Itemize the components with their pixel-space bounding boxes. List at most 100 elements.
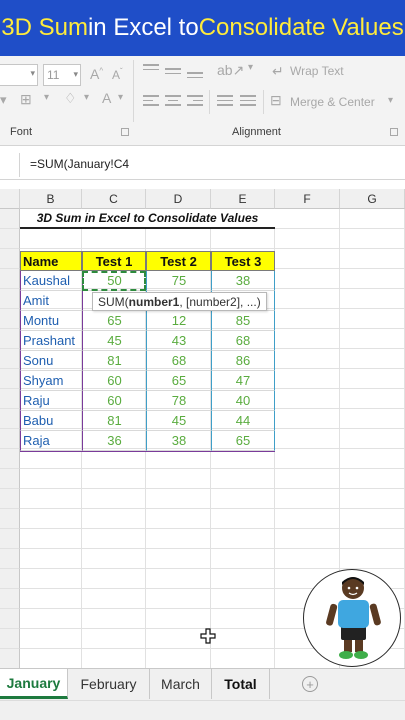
font-color-icon[interactable]: A	[102, 90, 111, 106]
grid-cell[interactable]	[340, 349, 405, 369]
grid-cell[interactable]	[275, 549, 340, 569]
test2-cell[interactable]: 43	[146, 331, 211, 351]
header-name[interactable]: Name	[20, 251, 82, 271]
tab-february[interactable]: February	[68, 669, 150, 699]
grid-cell[interactable]	[275, 229, 340, 249]
grid-cell[interactable]	[20, 649, 82, 669]
grid-cell[interactable]	[340, 309, 405, 329]
grid-cell[interactable]	[275, 249, 340, 269]
row-header[interactable]	[0, 289, 20, 309]
name-cell[interactable]: Shyam	[20, 371, 82, 391]
grid-cell[interactable]	[20, 549, 82, 569]
test3-cell[interactable]: 86	[211, 351, 275, 371]
align-middle-icon[interactable]	[165, 68, 181, 77]
grid-cell[interactable]	[82, 229, 146, 249]
row-header[interactable]	[0, 609, 20, 629]
grid-cell[interactable]	[340, 529, 405, 549]
grid-cell[interactable]	[340, 509, 405, 529]
test1-cell[interactable]: 81	[82, 351, 146, 371]
decrease-font-icon[interactable]: Aˇ	[112, 67, 123, 82]
row-header[interactable]	[0, 429, 20, 449]
grid-cell[interactable]	[340, 249, 405, 269]
grid-cell[interactable]	[211, 609, 275, 629]
row-header[interactable]	[0, 549, 20, 569]
grid-cell[interactable]	[211, 449, 275, 469]
add-sheet-icon[interactable]: +	[302, 676, 318, 692]
grid-cell[interactable]	[20, 609, 82, 629]
grid-cell[interactable]	[340, 409, 405, 429]
grid-cell[interactable]	[275, 409, 340, 429]
column-header[interactable]: F	[275, 189, 340, 209]
grid-cell[interactable]	[275, 529, 340, 549]
test1-cell[interactable]: 60	[82, 391, 146, 411]
name-cell[interactable]: Amit	[20, 291, 82, 311]
row-header[interactable]	[0, 269, 20, 289]
test3-cell[interactable]: 85	[211, 311, 275, 331]
grid-cell[interactable]	[20, 509, 82, 529]
grid-cell[interactable]	[340, 329, 405, 349]
column-header[interactable]: E	[211, 189, 275, 209]
grid-cell[interactable]	[211, 469, 275, 489]
name-cell[interactable]: Montu	[20, 311, 82, 331]
grid-cell[interactable]	[211, 629, 275, 649]
grid-cell[interactable]	[20, 469, 82, 489]
grid-cell[interactable]	[211, 489, 275, 509]
name-cell[interactable]: Babu	[20, 411, 82, 431]
grid-cell[interactable]	[82, 449, 146, 469]
grid-cell[interactable]	[146, 649, 211, 669]
name-cell[interactable]: Raja	[20, 431, 82, 451]
tab-january[interactable]: January	[0, 669, 68, 699]
header-test3[interactable]: Test 3	[211, 251, 275, 271]
grid-cell[interactable]	[275, 309, 340, 329]
grid-cell[interactable]	[82, 629, 146, 649]
grid-cell[interactable]	[275, 429, 340, 449]
grid-cell[interactable]	[340, 229, 405, 249]
grid-cell[interactable]	[340, 369, 405, 389]
test1-cell[interactable]: 81	[82, 411, 146, 431]
grid-cell[interactable]	[275, 469, 340, 489]
align-top-icon[interactable]	[143, 64, 159, 73]
grid-cell[interactable]	[82, 509, 146, 529]
align-right-icon[interactable]	[187, 95, 203, 109]
wrap-text-icon[interactable]: ↵	[272, 63, 284, 80]
column-header[interactable]: B	[20, 189, 82, 209]
grid-cell[interactable]	[340, 489, 405, 509]
grid-cell[interactable]	[211, 569, 275, 589]
grid-cell[interactable]	[211, 229, 275, 249]
tab-total[interactable]: Total	[212, 669, 270, 699]
test3-cell[interactable]: 44	[211, 411, 275, 431]
borders-icon[interactable]: ⊞	[20, 91, 32, 108]
row-header[interactable]	[0, 569, 20, 589]
chevron-down-icon[interactable]: ▾	[84, 92, 89, 103]
test1-cell[interactable]: 60	[82, 371, 146, 391]
align-left-icon[interactable]	[143, 95, 159, 109]
alignment-dialog-launcher-icon[interactable]	[390, 128, 398, 136]
grid-cell[interactable]	[211, 529, 275, 549]
grid-cell[interactable]	[275, 289, 340, 309]
test2-cell[interactable]: 12	[146, 311, 211, 331]
test2-cell[interactable]: 68	[146, 351, 211, 371]
grid-cell[interactable]	[146, 529, 211, 549]
test2-cell[interactable]: 75	[146, 271, 211, 291]
grid-cell[interactable]	[275, 489, 340, 509]
font-size-dropdown[interactable]: 11 ▾	[43, 64, 81, 86]
test2-cell[interactable]: 38	[146, 431, 211, 451]
column-header[interactable]: D	[146, 189, 211, 209]
grid-cell[interactable]	[275, 369, 340, 389]
row-header[interactable]	[0, 229, 20, 249]
grid-cell[interactable]	[340, 209, 405, 229]
row-header[interactable]	[0, 409, 20, 429]
chevron-down-icon[interactable]: ▾	[118, 92, 123, 103]
merge-center-icon[interactable]: ⊟	[270, 92, 282, 109]
test1-cell[interactable]: 36	[82, 431, 146, 451]
grid-cell[interactable]	[20, 229, 82, 249]
name-box[interactable]	[0, 153, 20, 177]
row-header[interactable]	[0, 509, 20, 529]
tooltip-function[interactable]: SUM(	[98, 295, 129, 309]
grid-cell[interactable]	[20, 629, 82, 649]
name-cell[interactable]: Raju	[20, 391, 82, 411]
grid-cell[interactable]	[211, 509, 275, 529]
grid-cell[interactable]	[82, 649, 146, 669]
grid-cell[interactable]	[82, 589, 146, 609]
test1-cell[interactable]: 65	[82, 311, 146, 331]
